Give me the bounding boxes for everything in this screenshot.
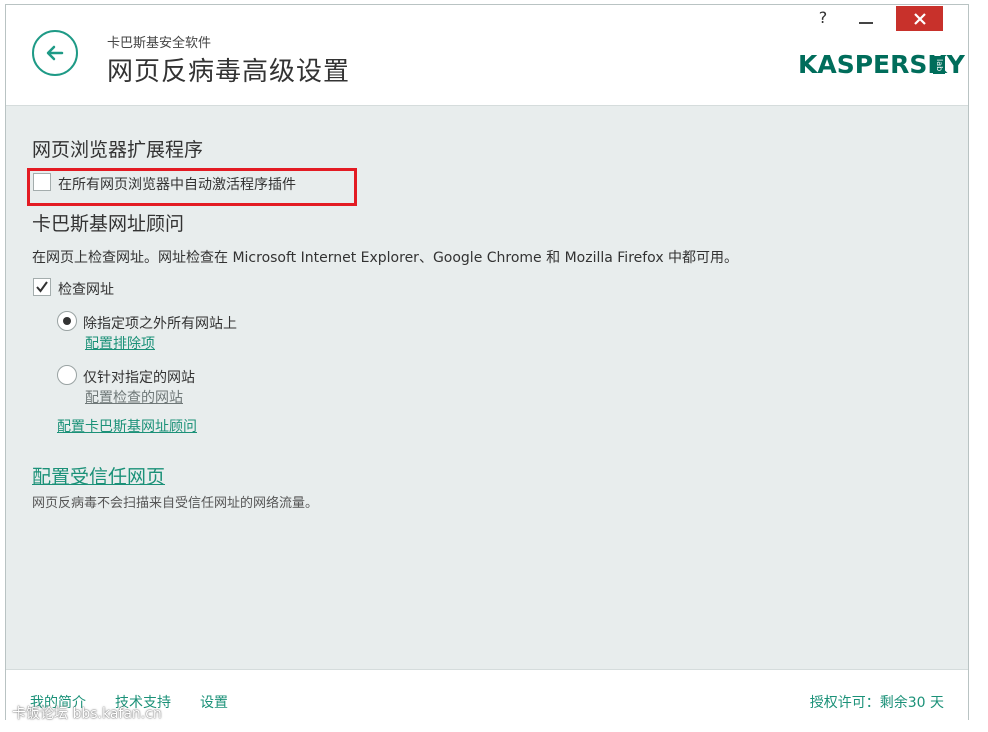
url-advisor-description: 在网页上检查网址。网址检查在 Microsoft Internet Explor… <box>32 250 739 266</box>
trusted-pages-description: 网页反病毒不会扫描来自受信任网址的网络流量。 <box>32 496 319 511</box>
app-name: 卡巴斯基安全软件 <box>107 36 212 51</box>
check-urls-checkbox[interactable] <box>33 278 51 296</box>
radio-selected-dot <box>63 317 71 325</box>
license-status-link[interactable]: 授权许可：剩余30 天 <box>810 692 944 712</box>
browser-extension-heading: 网页浏览器扩展程序 <box>32 139 204 161</box>
kaspersky-logo: KASPERSKY lab <box>798 50 965 80</box>
settings-window: 卡巴斯基安全软件 网页反病毒高级设置 ? KASPERSKY lab 网页浏览器… <box>5 4 969 720</box>
back-arrow-icon <box>46 45 64 61</box>
close-button[interactable] <box>896 6 943 31</box>
url-advisor-heading: 卡巴斯基网址顾问 <box>32 213 185 235</box>
logo-lab: lab <box>933 56 945 74</box>
close-icon <box>913 12 926 25</box>
annotation-highlight-box <box>27 168 357 206</box>
minimize-icon <box>859 22 873 24</box>
configure-trusted-pages-link[interactable]: 配置受信任网页 <box>32 462 165 489</box>
checkmark-icon <box>36 281 48 293</box>
configure-checked-sites-link: 配置检查的网站 <box>85 390 183 406</box>
header: 卡巴斯基安全软件 网页反病毒高级设置 ? KASPERSKY lab <box>6 5 968 106</box>
radio-specific-sites[interactable] <box>57 365 77 385</box>
radio-all-sites[interactable] <box>57 311 77 331</box>
footer-settings-link[interactable]: 设置 <box>200 692 228 712</box>
help-button[interactable]: ? <box>812 8 834 30</box>
back-button[interactable] <box>32 30 78 76</box>
configure-exclusions-link[interactable]: 配置排除项 <box>85 333 155 353</box>
page-title: 网页反病毒高级设置 <box>107 57 351 87</box>
minimize-button[interactable] <box>852 8 880 30</box>
configure-url-advisor-link[interactable]: 配置卡巴斯基网址顾问 <box>57 416 197 436</box>
watermark: 卡饭论坛 bbs.kafan.cn <box>12 706 162 722</box>
check-urls-label: 检查网址 <box>58 282 114 298</box>
radio-specific-sites-label: 仅针对指定的网站 <box>83 370 195 386</box>
radio-all-sites-label: 除指定项之外所有网站上 <box>83 316 237 332</box>
